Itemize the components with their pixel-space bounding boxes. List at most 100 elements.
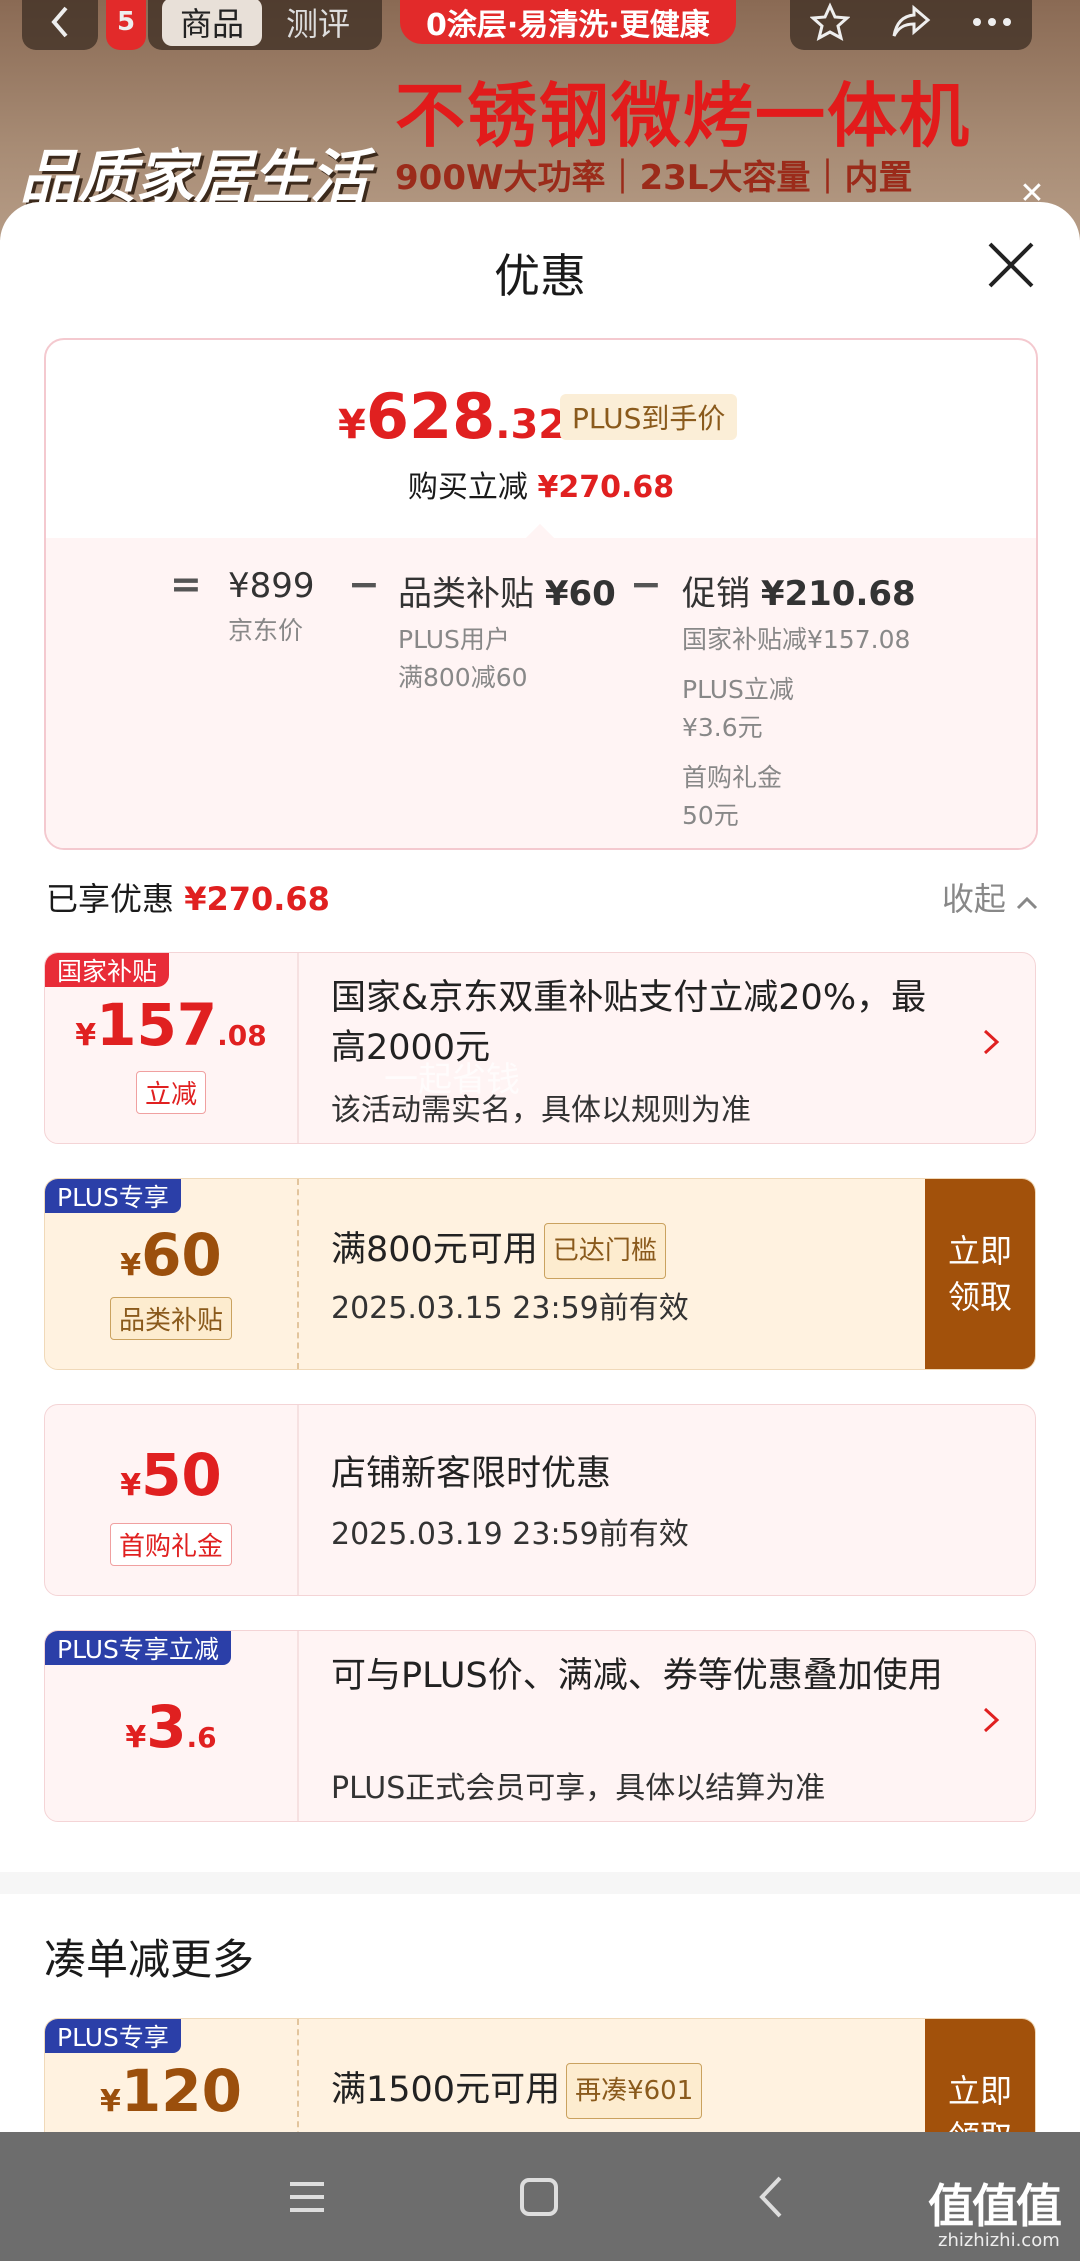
coupon-first-purchase[interactable]: ¥50 首购礼金 店铺新客限时优惠 2025.03.19 23:59前有效 [44,1404,1036,1596]
coupon-amount-dec: .6 [186,1721,217,1754]
coupon-type-label: 立减 [135,1071,206,1114]
promo-pill: 0涂层·易清洗·更健康 [400,0,736,44]
coupon-currency: ¥ [120,1248,142,1283]
coupon-amount-int: 120 [120,2057,242,2125]
claim-button[interactable]: 立即领取 [925,1179,1035,1369]
promo-corner-badge: 5 [106,0,146,50]
threshold-badge: 已达门槛 [543,1223,666,1279]
price-currency: ¥ [338,402,366,448]
remaining-badge: 再凑¥601 [566,2063,703,2119]
sheet-title: 优惠 [494,249,586,303]
coupon-amount-panel: ¥50 首购礼金 [45,1405,297,1595]
section-separator [0,1872,1080,1894]
jd-price-item: ¥899 京东价 [228,566,315,650]
site-logo: 值值值 [928,2179,1062,2233]
category-subsidy-sub2: 满800减60 [398,663,528,692]
coupon-amount: ¥50 [45,1441,297,1509]
coupon-divider [297,1405,299,1595]
coupon-amount-panel: PLUS专享立减 ¥3.6 [45,1631,297,1821]
coupon-tag: PLUS专享 [45,1179,181,1213]
category-subsidy-title: 品类补贴 [398,574,534,614]
coupon-type-label: 品类补贴 [109,1297,232,1340]
coupon-validity: 2025.03.19 23:59前有效 [331,1517,689,1552]
reduction-amount: ¥270.68 [537,470,675,505]
coupon-amount: ¥60 [45,1221,297,1289]
promotion-title: 促销 [682,574,750,614]
coupon-divider [297,1631,299,1821]
enjoyed-amount: ¥270.68 [184,880,330,918]
chevron-up-icon [1016,896,1038,910]
share-icon[interactable] [890,2,932,42]
coupon-description: 可与PLUS价、满减、券等优惠叠加使用 [331,1656,943,1696]
coupon-currency: ¥ [125,1720,147,1755]
back-arrow-icon[interactable] [748,2172,798,2222]
watermark-text: 一起省钱 [384,1060,520,1100]
coupon-amount-panel: 国家补贴 ¥157.08 立减 [45,953,297,1143]
tab-review[interactable]: 测评 [268,0,368,45]
coupon-divider [297,1179,299,1369]
purchase-reduction: 购买立减 ¥270.68 [46,462,1036,506]
minus-sign: − [630,562,662,606]
tab-bar: 商品 测评 [148,0,382,50]
more-icon[interactable] [972,17,1012,27]
plus-price-badge: PLUS到手价 [560,394,738,440]
coupon-divider [297,953,299,1143]
price-breakdown-card: ¥628.32 PLUS到手价 购买立减 ¥270.68 = ¥899 京东价 … [44,338,1038,850]
final-price: ¥628.32 [338,380,566,453]
enjoyed-discount: 已享优惠 ¥270.68 [46,874,330,920]
promotion-plus-amount: ¥3.6元 [682,713,763,742]
coupon-condition: 满1500元可用 [331,2070,561,2110]
coupon-amount: ¥157.08 [45,991,297,1059]
coupon-description: 满800元可用 已达门槛 [331,1223,666,1279]
product-headline: 不锈钢微烤一体机 [395,75,971,157]
back-button[interactable] [22,0,98,50]
coupon-amount-int: 157 [96,991,218,1059]
chevron-right-icon [983,1707,1000,1733]
promotion-amount: ¥210.68 [760,574,916,614]
coupon-amount-panel: PLUS专享 ¥60 品类补贴 [45,1179,297,1369]
promotion-plus-label: PLUS立减 [682,675,794,704]
chevron-left-icon [51,6,68,38]
claim-button[interactable]: 立即领取 [925,2019,1035,2132]
category-subsidy-item: 品类补贴 ¥60 PLUS用户 满800减60 [398,566,616,697]
equals-sign: = [170,562,202,606]
category-subsidy-amount: ¥60 [544,574,616,614]
jd-price-label: 京东价 [228,616,304,645]
star-icon[interactable] [810,2,850,42]
top-actions [790,0,1032,50]
coupon-amount-dec: .08 [217,1019,267,1052]
coupon-amount-int: 60 [141,1221,222,1289]
discount-sheet: 优惠 ¥628.32 PLUS到手价 购买立减 ¥270.68 = ¥899 京… [0,202,1080,2132]
coupon-amount: ¥3.6 [45,1693,297,1761]
coupon-currency: ¥ [75,1018,97,1053]
coupon-tag: PLUS专享 [45,2019,181,2053]
coupon-tag: 国家补贴 [45,953,170,987]
product-spec-line: 900W大功率｜23L大容量｜内置 [395,158,913,198]
close-icon[interactable] [984,238,1038,292]
promotion-first-buy-label: 首购礼金 [682,763,783,792]
coupon-plus-category[interactable]: PLUS专享 ¥60 品类补贴 满800元可用 已达门槛 2025.03.15 2… [44,1178,1036,1370]
reduction-label: 购买立减 [407,470,528,505]
category-subsidy-sub1: PLUS用户 [398,625,510,654]
coupon-national-subsidy[interactable]: 国家补贴 ¥157.08 立减 国家&京东双重补贴支付立减20%，最高2000元… [44,952,1036,1144]
site-url: zhizhizhi.com [938,2230,1060,2251]
collapse-toggle[interactable]: 收起 [942,874,1038,920]
coupon-currency: ¥ [100,2084,121,2119]
coupon-tag: PLUS专享立减 [45,1631,231,1665]
coupon-amount-int: 50 [141,1441,222,1509]
price-formula: = ¥899 京东价 − 品类补贴 ¥60 PLUS用户 满800减60 − 促销… [46,523,1036,848]
coupon-validity: 2025.03.15 23:59前有效 [331,1291,689,1326]
coupon-description: 满1500元可用 再凑¥601 [331,2063,703,2119]
coupon-plus-1500[interactable]: PLUS专享 ¥120 满1500元可用再凑¥601 立即领取 [44,2018,1036,2132]
collapse-label: 收起 [941,880,1006,918]
coupon-currency: ¥ [120,1468,142,1503]
coupon-description: 店铺新客限时优惠 [331,1454,612,1494]
coupon-note: PLUS正式会员可享，具体以结算为准 [331,1771,826,1806]
coupon-amount: ¥120 [45,2057,297,2125]
coupon-plus-instant[interactable]: PLUS专享立减 ¥3.6 可与PLUS价、满减、券等优惠叠加使用 PLUS正式… [44,1630,1036,1822]
system-nav-bar [0,2132,1080,2261]
home-square-icon[interactable] [514,2172,564,2222]
menu-icon[interactable] [282,2172,332,2222]
promotion-item: 促销 ¥210.68 国家补贴减¥157.08 PLUS立减 ¥3.6元 首购礼… [682,566,916,835]
tab-product[interactable]: 商品 [161,0,262,46]
